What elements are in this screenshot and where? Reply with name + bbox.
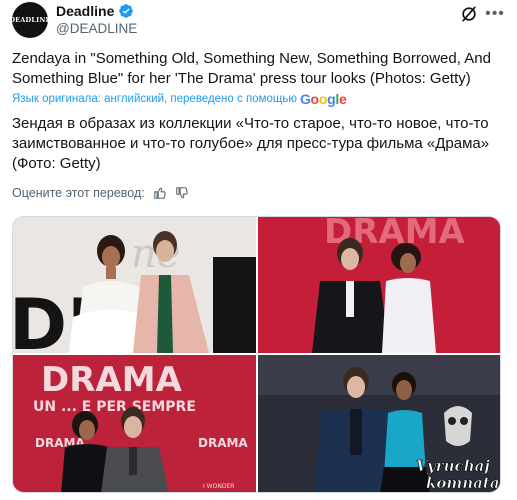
translation-source: Язык оригинала: английский, переведено с… xyxy=(12,91,347,107)
verified-badge-icon xyxy=(119,4,134,18)
photo-2-scene: DRAMA xyxy=(258,217,500,353)
rate-translation-label: Оцените этот перевод: xyxy=(12,186,145,200)
post-header: DEADLINE Deadline @DEADLINE ••• xyxy=(9,0,505,44)
photo-2[interactable]: DRAMA xyxy=(258,217,500,353)
photo-4-scene: Vyruchaj komnata xyxy=(258,355,500,492)
avatar[interactable]: DEADLINE xyxy=(9,2,51,38)
photo-3-sign-text: DRAMA xyxy=(41,360,183,400)
watermark-owl-icon xyxy=(444,406,472,446)
more-icon[interactable]: ••• xyxy=(485,4,505,24)
photo-3-scene: DRAMA UN ... E PER SEMPRE DRAMA DRAMA I … xyxy=(13,355,256,492)
translation-source-label[interactable]: Язык оригинала: английский, переведено с… xyxy=(12,93,297,105)
photo-grid: ne DR DRAMA DRAMA UN ... E PER SEMPRE DR… xyxy=(12,216,501,493)
photo-3[interactable]: DRAMA UN ... E PER SEMPRE DRAMA DRAMA I … xyxy=(13,355,256,492)
photo-1-scene: ne DR xyxy=(13,217,256,353)
display-name[interactable]: Deadline xyxy=(56,3,114,19)
google-logo: Google xyxy=(299,91,347,107)
watermark-text-2: komnata xyxy=(426,474,500,492)
watermark-text-1: Vyruchaj xyxy=(416,457,490,475)
thumbs-up-icon[interactable] xyxy=(153,186,167,200)
grok-icon[interactable] xyxy=(459,4,479,24)
photo-3-small-3: I WONDER xyxy=(203,483,234,490)
rate-translation-row: Оцените этот перевод: xyxy=(12,186,189,200)
photo-4[interactable]: Vyruchaj komnata xyxy=(258,355,500,492)
name-row: Deadline xyxy=(56,3,134,19)
photo-1[interactable]: ne DR xyxy=(13,217,256,353)
handle[interactable]: @DEADLINE xyxy=(56,21,137,36)
post-text: Zendaya in "Something Old, Something New… xyxy=(12,50,491,87)
photo-3-small-2: DRAMA xyxy=(198,436,248,450)
photo-3-sub-text: UN ... E PER SEMPRE xyxy=(33,399,196,415)
translated-text: Зендая в образах из коллекции «Что-то ст… xyxy=(12,115,490,172)
thumbs-down-icon[interactable] xyxy=(175,186,189,200)
